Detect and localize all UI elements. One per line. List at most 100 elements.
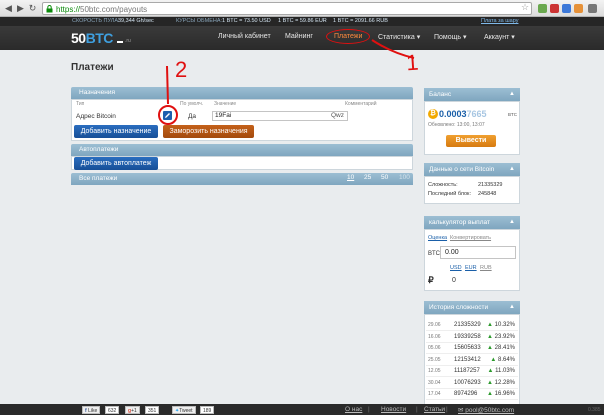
annotation-circle-edit bbox=[158, 105, 178, 125]
autopay-header: Автоплатежи bbox=[71, 144, 413, 156]
footer-bar: f Like 632 g+1 351 ✦Tweet 189 О нас | Но… bbox=[0, 404, 604, 415]
tab-convert[interactable]: Конвертировать bbox=[450, 235, 491, 241]
pool-info-bar: СКОРОСТЬ ПУЛА: 39,344 Gh/sec КУРСЫ ОБМЕН… bbox=[0, 17, 604, 26]
history-change: ▲ 8.64% bbox=[490, 356, 515, 363]
network-header: Данные о сети Bitcoin ▲ bbox=[424, 163, 520, 176]
footer-news[interactable]: Новости bbox=[381, 406, 406, 413]
rate-rub: 1 BTC = 2091.66 RUB bbox=[333, 18, 388, 24]
chevron-up-icon: ▲ bbox=[509, 91, 515, 97]
page-size-100[interactable]: 100 bbox=[399, 174, 410, 181]
history-date: 30.04 bbox=[428, 379, 441, 386]
add-destination-button[interactable]: Добавить назначение bbox=[74, 125, 158, 138]
tab-estimate[interactable]: Оценка bbox=[428, 235, 447, 241]
history-row: 25.05 12153412 ▲ 8.64% bbox=[426, 355, 518, 366]
history-change: ▲ 10.32% bbox=[487, 322, 515, 328]
network-widget bbox=[424, 176, 520, 204]
history-date: 25.05 bbox=[428, 356, 441, 363]
nav-dashboard[interactable]: Личный кабинет bbox=[218, 33, 271, 40]
history-change: ▲ 16.96% bbox=[487, 391, 515, 397]
reload-icon[interactable]: ↻ bbox=[27, 3, 38, 14]
history-value: 11187257 bbox=[454, 368, 480, 374]
chevron-up-icon: ▲ bbox=[509, 166, 515, 172]
freeze-destinations-button[interactable]: Заморозить назначения bbox=[163, 125, 254, 138]
arrow-up-icon: ▲ bbox=[487, 368, 494, 374]
history-value: 21335329 bbox=[454, 322, 481, 328]
back-arrow-icon[interactable]: ◀ bbox=[3, 3, 14, 14]
calculator-header: калькулятор выплат ▲ bbox=[424, 216, 520, 229]
all-payments-header[interactable]: Все платежи bbox=[71, 173, 413, 185]
history-date: 12.05 bbox=[428, 368, 441, 374]
facebook-like-button[interactable]: f Like bbox=[82, 406, 101, 414]
chevron-up-icon: ▲ bbox=[509, 219, 515, 225]
footer-about[interactable]: О нас bbox=[345, 406, 362, 413]
difficulty-history-header: История сложности ▲ bbox=[424, 301, 520, 314]
lock-icon bbox=[46, 5, 53, 13]
bookmark-star-icon[interactable]: ☆ bbox=[521, 2, 529, 13]
btc-amount-input[interactable]: 0.00 bbox=[440, 246, 516, 259]
tweet-count: 189 bbox=[200, 406, 215, 414]
currency-eur[interactable]: EUR bbox=[465, 265, 477, 271]
history-date: 29.06 bbox=[428, 322, 441, 328]
balance-updated: Обновлено: 13:00, 13:07 bbox=[428, 122, 485, 128]
balance-value: 0.00037665 bbox=[439, 109, 487, 119]
balance-unit: BTC bbox=[508, 112, 517, 117]
extension-icon[interactable] bbox=[550, 4, 559, 13]
history-date: 17.04 bbox=[428, 391, 441, 397]
menu-icon[interactable] bbox=[588, 4, 597, 13]
site-logo[interactable]: 50BTC bbox=[71, 30, 113, 46]
column-default: По умолч. bbox=[180, 101, 204, 107]
extension-icon[interactable] bbox=[562, 4, 571, 13]
nav-statistics[interactable]: Статистика ▾ bbox=[378, 33, 420, 41]
google-plus-button[interactable]: g+1 bbox=[125, 406, 140, 414]
history-value: 8974296 bbox=[454, 391, 478, 397]
currency-usd[interactable]: USD bbox=[450, 265, 462, 271]
chevron-up-icon: ▲ bbox=[509, 304, 515, 310]
nav-mining[interactable]: Майнинг bbox=[285, 33, 313, 40]
history-change: ▲ 12.28% bbox=[487, 379, 515, 386]
browser-toolbar: ◀ ▶ ↻ https://50btc.com/payouts ☆ bbox=[0, 0, 604, 17]
like-count: 632 bbox=[105, 406, 120, 414]
destination-value-field[interactable]: 19Fai Qwz bbox=[212, 111, 348, 121]
url-text: https://50btc.com/payouts bbox=[56, 5, 148, 14]
ruble-icon: ₽ bbox=[428, 275, 434, 285]
column-comment: Комментарий bbox=[345, 101, 377, 107]
plus-count: 351 bbox=[145, 406, 160, 414]
history-value: 15605633 bbox=[454, 345, 481, 351]
add-autopay-button[interactable]: Добавить автоплатеж bbox=[74, 157, 158, 170]
history-change: ▲ 28.41% bbox=[487, 345, 515, 351]
page-title: Платежи bbox=[71, 62, 114, 73]
history-row: 17.04 8974296 ▲ 16.96% bbox=[426, 389, 518, 400]
column-value: Значение bbox=[214, 101, 237, 107]
footer-articles[interactable]: Статьи bbox=[424, 406, 445, 413]
bitcoin-icon: ₿ bbox=[428, 109, 438, 119]
arrow-up-icon: ▲ bbox=[487, 391, 493, 397]
arrow-up-icon: ▲ bbox=[487, 322, 493, 328]
history-change: ▲ 11.03% bbox=[487, 368, 515, 374]
speed-label: СКОРОСТЬ ПУЛА: bbox=[72, 18, 120, 24]
history-value: 12153412 bbox=[454, 356, 481, 363]
page-size-25[interactable]: 25 bbox=[364, 174, 371, 181]
address-bar[interactable]: https://50btc.com/payouts bbox=[42, 2, 532, 15]
site-header: 50BTC .ru Личный кабинет Майнинг Платежи… bbox=[0, 26, 604, 50]
rate-eur: 1 BTC = 59.86 EUR bbox=[278, 18, 327, 24]
share-pay-link[interactable]: Плата за шару bbox=[481, 17, 518, 26]
column-type: Тип bbox=[76, 101, 85, 107]
destination-default: Да bbox=[188, 113, 197, 120]
tweet-button[interactable]: ✦Tweet bbox=[172, 406, 196, 414]
footer-email[interactable]: ✉ pool@50btc.com bbox=[458, 406, 514, 414]
withdraw-button[interactable]: Вывести bbox=[446, 135, 496, 147]
extension-icon[interactable] bbox=[574, 4, 583, 13]
history-row: 16.06 19339258 ▲ 23.92% bbox=[426, 332, 518, 343]
nav-account[interactable]: Аккаунт ▾ bbox=[484, 33, 515, 41]
history-value: 10076293 bbox=[454, 379, 481, 386]
history-change: ▲ 23.92% bbox=[487, 333, 515, 340]
rates-label: КУРСЫ ОБМЕНА: bbox=[176, 18, 223, 24]
currency-rub[interactable]: RUB bbox=[480, 265, 492, 271]
history-row: 29.06 21335329 ▲ 10.32% bbox=[426, 320, 518, 331]
extension-icon[interactable] bbox=[538, 4, 547, 13]
page-size-10[interactable]: 10 bbox=[347, 174, 354, 181]
nav-help[interactable]: Помощь ▾ bbox=[434, 33, 467, 41]
forward-arrow-icon[interactable]: ▶ bbox=[15, 3, 26, 14]
page-size-50[interactable]: 50 bbox=[381, 174, 388, 181]
arrow-up-icon: ▲ bbox=[490, 356, 497, 363]
